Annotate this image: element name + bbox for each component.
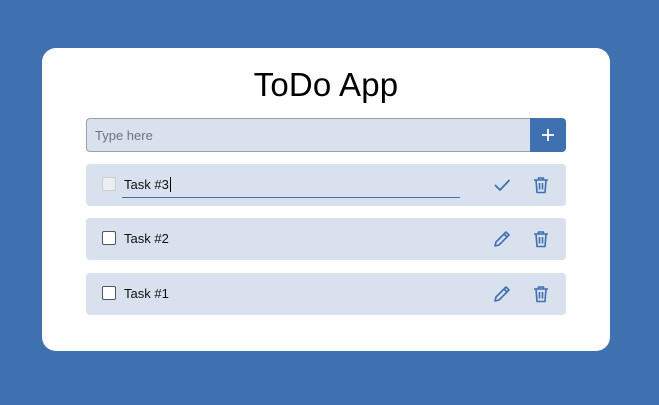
add-task-button[interactable] [530,118,566,152]
task-item: Task #2 [86,218,566,260]
edit-task-button[interactable] [492,229,512,249]
new-task-input[interactable] [86,118,530,152]
task-item: Task #1 [86,273,566,315]
task-label: Task #1 [124,286,169,301]
delete-task-button[interactable] [531,229,551,249]
plus-icon [542,129,554,141]
task-label: Task #2 [124,231,169,246]
text-cursor [169,177,171,192]
delete-task-button[interactable] [531,284,551,304]
task-edit-value: Task #3 [124,177,169,192]
pencil-icon [494,231,510,247]
trash-icon [534,286,548,303]
edit-task-button[interactable] [492,284,512,304]
task-edit-input[interactable]: Task #3 [122,175,460,198]
todo-card: ToDo App Task #3 Task #2 [42,48,610,351]
trash-icon [534,177,548,194]
task-checkbox[interactable] [102,177,116,191]
save-task-button[interactable] [492,175,512,195]
task-checkbox[interactable] [102,286,116,300]
app-title: ToDo App [253,66,399,103]
trash-icon [534,231,548,248]
add-task-row [86,118,566,152]
task-item: Task #3 [86,164,566,206]
pencil-icon [494,286,510,302]
delete-task-button[interactable] [531,175,551,195]
task-checkbox[interactable] [102,231,116,245]
check-icon [494,179,510,191]
